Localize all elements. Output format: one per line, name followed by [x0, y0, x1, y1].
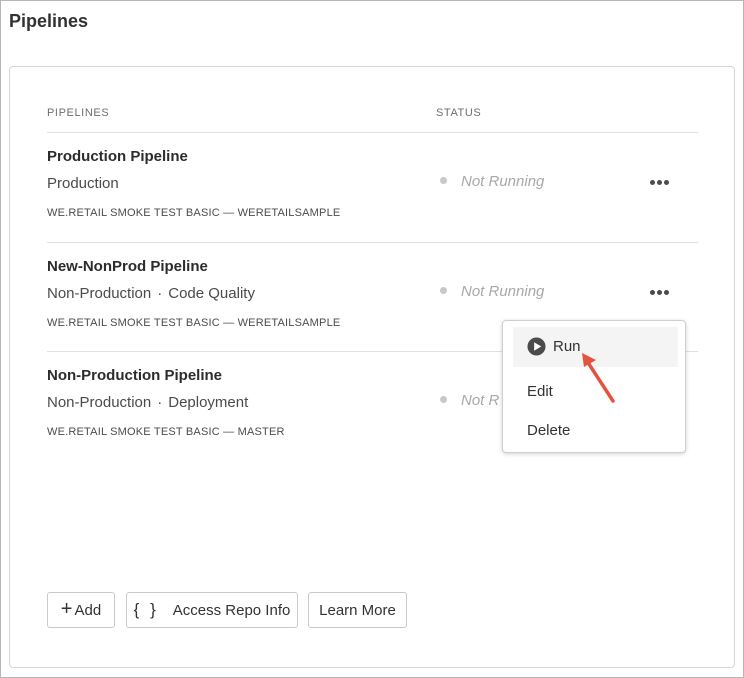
add-button[interactable]: + Add	[47, 592, 115, 628]
pipeline-type: Non-Production · Code Quality	[47, 285, 255, 302]
column-header-pipelines: PIPELINES	[47, 107, 110, 119]
learn-more-label: Learn More	[319, 601, 396, 619]
pipeline-repo: WE.RETAIL SMOKE TEST BASIC — MASTER	[47, 426, 285, 438]
annotation-arrow-icon	[582, 353, 615, 403]
play-icon	[527, 337, 546, 356]
pipeline-type: Non-Production · Deployment	[47, 394, 249, 411]
add-button-label: Add	[74, 601, 102, 619]
status-dot-icon	[440, 395, 447, 403]
pipeline-repo: WE.RETAIL SMOKE TEST BASIC — WERETAILSAM…	[47, 317, 341, 329]
app-frame: Pipelines PIPELINES STATUS Production Pi…	[0, 0, 744, 678]
access-repo-info-label: Access Repo Info	[172, 601, 291, 619]
pipeline-name: Non-Production Pipeline	[47, 367, 222, 384]
menu-item-label: Edit	[527, 383, 553, 400]
menu-item-label: Delete	[527, 422, 571, 439]
column-header-status: STATUS	[436, 107, 482, 119]
plus-icon: +	[60, 597, 73, 620]
more-actions-button[interactable]	[650, 172, 676, 190]
pipeline-name: New-NonProd Pipeline	[47, 258, 208, 275]
menu-item-label: Run	[553, 338, 581, 355]
access-repo-info-button[interactable]: { } Access Repo Info	[126, 592, 298, 628]
more-actions-button[interactable]	[650, 282, 676, 300]
page-title: Pipelines	[9, 11, 89, 31]
status-dot-icon	[440, 286, 447, 294]
pipeline-type: Production	[47, 175, 119, 192]
status-dot-icon	[440, 176, 447, 184]
pipeline-status: Not Running	[440, 173, 544, 190]
table-row[interactable]: Production Pipeline Production WE.RETAIL…	[47, 134, 698, 242]
pipeline-status: Not Running	[440, 283, 544, 300]
pipeline-status: Not R	[440, 392, 499, 409]
code-braces-icon: { }	[133, 600, 159, 619]
row-divider	[47, 242, 698, 243]
pipeline-name: Production Pipeline	[47, 148, 188, 165]
menu-item-delete[interactable]: Delete	[513, 410, 678, 450]
pipeline-repo: WE.RETAIL SMOKE TEST BASIC — WERETAILSAM…	[47, 207, 341, 219]
learn-more-button[interactable]: Learn More	[308, 592, 407, 628]
header-divider	[47, 132, 698, 133]
